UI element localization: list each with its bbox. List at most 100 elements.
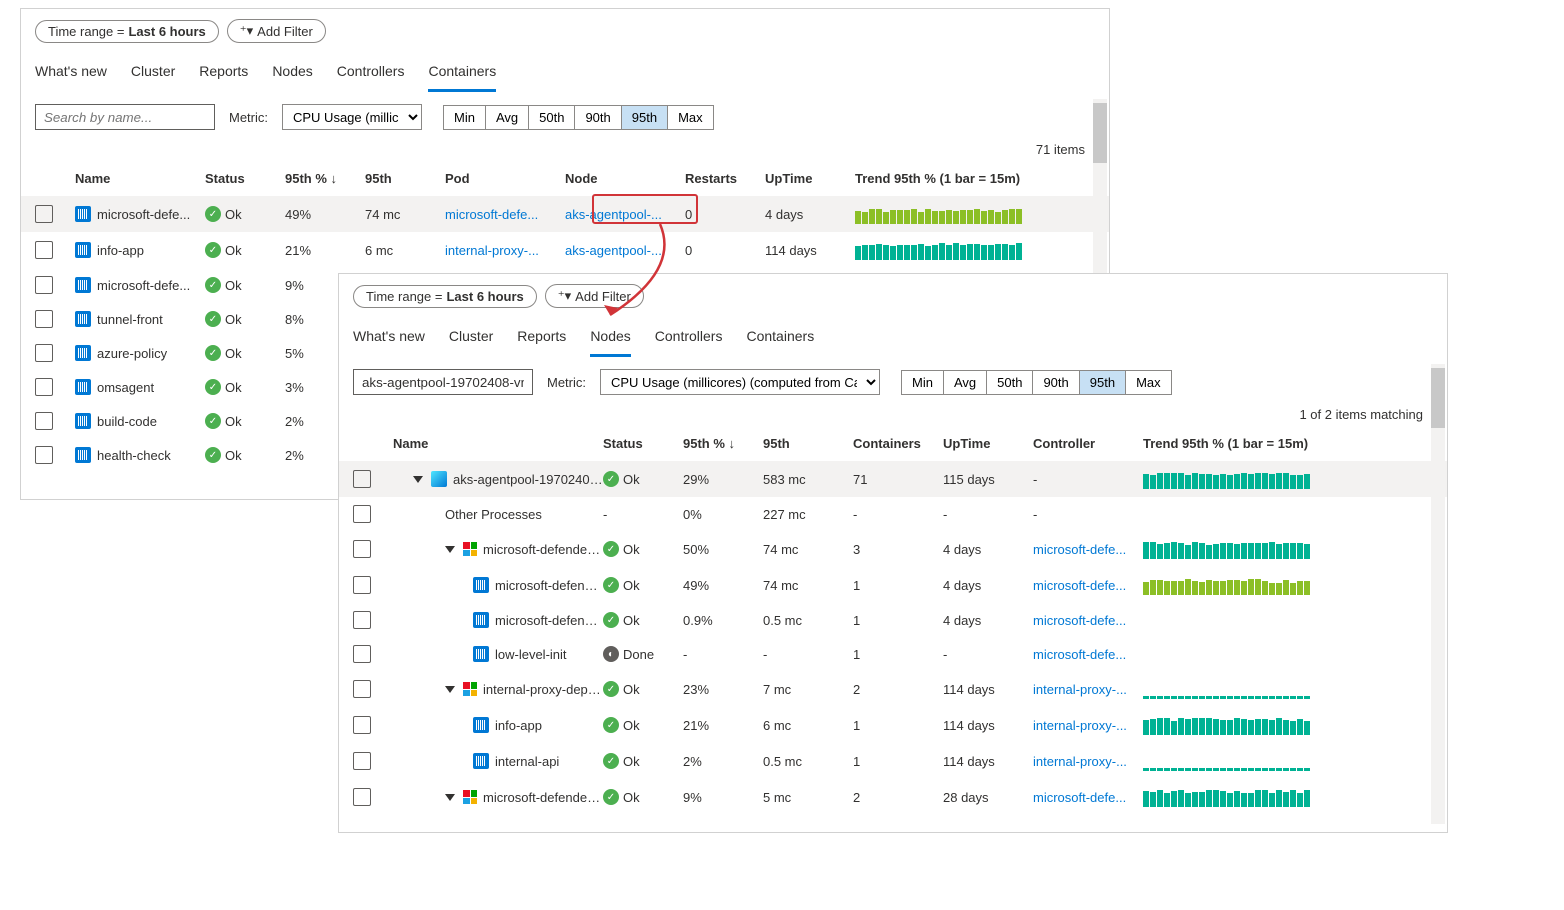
col-uptime[interactable]: UpTime (943, 436, 1033, 451)
table-row[interactable]: Other Processes-0%227 mc--- (339, 497, 1447, 531)
row-checkbox[interactable] (353, 680, 371, 698)
col-pct[interactable]: 95th % (285, 171, 365, 186)
controller-link[interactable]: microsoft-defe... (1033, 790, 1126, 805)
table-row[interactable]: microsoft-defe...✓Ok49%74 mcmicrosoft-de… (21, 196, 1109, 232)
add-filter-button[interactable]: ⁺▾ Add Filter (545, 284, 644, 308)
col-uptime[interactable]: UpTime (765, 171, 855, 186)
tab-nodes[interactable]: Nodes (272, 57, 312, 92)
row-checkbox[interactable] (353, 752, 371, 770)
metric-select[interactable]: CPU Usage (millicores) (computed from Ca… (600, 369, 880, 395)
table-row[interactable]: info-app✓Ok21%6 mcinternal-proxy-...aks-… (21, 232, 1109, 268)
col-status[interactable]: Status (205, 171, 285, 186)
tab-controllers[interactable]: Controllers (337, 57, 405, 92)
row-checkbox[interactable] (353, 716, 371, 734)
agg-90th[interactable]: 90th (1032, 370, 1079, 395)
row-checkbox[interactable] (353, 576, 371, 594)
agg-avg[interactable]: Avg (485, 105, 529, 130)
controller-link[interactable]: microsoft-defe... (1033, 647, 1126, 662)
controller-link[interactable]: microsoft-defe... (1033, 542, 1126, 557)
col-containers[interactable]: Containers (853, 436, 943, 451)
expand-toggle[interactable] (445, 546, 455, 553)
agg-buttons-front: MinAvg50th90th95thMax (902, 370, 1172, 395)
col-node[interactable]: Node (565, 171, 685, 186)
node-link[interactable]: aks-agentpool-... (565, 207, 685, 222)
tab-nodes[interactable]: Nodes (590, 322, 630, 357)
row-checkbox[interactable] (353, 540, 371, 558)
table-row[interactable]: aks-agentpool-19702408-v...✓Ok29%583 mc7… (339, 461, 1447, 497)
table-row[interactable]: low-level-init◐Done--1-microsoft-defe... (339, 637, 1447, 671)
agg-95th[interactable]: 95th (1079, 370, 1126, 395)
row-checkbox[interactable] (353, 645, 371, 663)
col-controller[interactable]: Controller (1033, 436, 1143, 451)
tab-cluster[interactable]: Cluster (131, 57, 175, 92)
agg-95th[interactable]: 95th (621, 105, 668, 130)
col-name[interactable]: Name (393, 436, 603, 451)
metric-select[interactable]: CPU Usage (millicores) (282, 104, 422, 130)
col-restarts[interactable]: Restarts (685, 171, 765, 186)
tab-reports[interactable]: Reports (199, 57, 248, 92)
status-cell: ✓Ok (205, 413, 285, 429)
col-trend[interactable]: Trend 95th % (1 bar = 15m) (855, 171, 1075, 186)
agg-90th[interactable]: 90th (574, 105, 621, 130)
agg-max[interactable]: Max (667, 105, 714, 130)
controller-link[interactable]: microsoft-defe... (1033, 613, 1126, 628)
search-input[interactable] (35, 104, 215, 130)
col-val[interactable]: 95th (365, 171, 445, 186)
col-val[interactable]: 95th (763, 436, 853, 451)
col-pct[interactable]: 95th % (683, 436, 763, 451)
pod-link[interactable]: microsoft-defe... (445, 207, 565, 222)
controller-link[interactable]: internal-proxy-... (1033, 754, 1127, 769)
status-ok: ✓Ok (603, 541, 683, 557)
agg-50th[interactable]: 50th (986, 370, 1033, 395)
scrollbar[interactable] (1431, 364, 1445, 824)
tab-containers[interactable]: Containers (428, 57, 496, 92)
row-checkbox[interactable] (353, 505, 371, 523)
agg-max[interactable]: Max (1125, 370, 1172, 395)
row-checkbox[interactable] (35, 446, 53, 464)
row-checkbox[interactable] (35, 205, 53, 223)
table-row[interactable]: microsoft-defender-l...✓Ok49%74 mc14 day… (339, 567, 1447, 603)
time-range-pill[interactable]: Time range = Last 6 hours (35, 20, 219, 43)
pod-link[interactable]: internal-proxy-... (445, 243, 565, 258)
tab-controllers[interactable]: Controllers (655, 322, 723, 357)
col-pod[interactable]: Pod (445, 171, 565, 186)
col-name[interactable]: Name (75, 171, 205, 186)
tab-what-s-new[interactable]: What's new (353, 322, 425, 357)
expand-toggle[interactable] (445, 794, 455, 801)
tab-cluster[interactable]: Cluster (449, 322, 493, 357)
table-row[interactable]: internal-api✓Ok2%0.5 mc1114 daysinternal… (339, 743, 1447, 779)
agg-50th[interactable]: 50th (528, 105, 575, 130)
agg-avg[interactable]: Avg (943, 370, 987, 395)
col-status[interactable]: Status (603, 436, 683, 451)
time-range-pill[interactable]: Time range = Last 6 hours (353, 285, 537, 308)
expand-toggle[interactable] (445, 686, 455, 693)
row-checkbox[interactable] (35, 241, 53, 259)
row-checkbox[interactable] (35, 310, 53, 328)
tab-what-s-new[interactable]: What's new (35, 57, 107, 92)
tab-reports[interactable]: Reports (517, 322, 566, 357)
row-checkbox[interactable] (353, 470, 371, 488)
row-checkbox[interactable] (35, 378, 53, 396)
status-cell: ✓Ok (205, 277, 285, 293)
table-row[interactable]: internal-proxy-deploy...✓Ok23%7 mc2114 d… (339, 671, 1447, 707)
row-checkbox[interactable] (35, 344, 53, 362)
row-checkbox[interactable] (35, 276, 53, 294)
tab-containers[interactable]: Containers (746, 322, 814, 357)
table-row[interactable]: info-app✓Ok21%6 mc1114 daysinternal-prox… (339, 707, 1447, 743)
add-filter-button[interactable]: ⁺▾ Add Filter (227, 19, 326, 43)
table-row[interactable]: microsoft-defender-...✓Ok0.9%0.5 mc14 da… (339, 603, 1447, 637)
col-trend[interactable]: Trend 95th % (1 bar = 15m) (1143, 436, 1343, 451)
node-link[interactable]: aks-agentpool-... (565, 243, 685, 258)
controller-link[interactable]: microsoft-defe... (1033, 578, 1126, 593)
row-checkbox[interactable] (353, 611, 371, 629)
expand-toggle[interactable] (413, 476, 423, 483)
row-checkbox[interactable] (35, 412, 53, 430)
row-checkbox[interactable] (353, 788, 371, 806)
table-row[interactable]: microsoft-defender-co...✓Ok50%74 mc34 da… (339, 531, 1447, 567)
controller-link[interactable]: internal-proxy-... (1033, 682, 1127, 697)
search-input[interactable] (353, 369, 533, 395)
agg-min[interactable]: Min (901, 370, 944, 395)
table-row[interactable]: microsoft-defender-pu...✓Ok9%5 mc228 day… (339, 779, 1447, 815)
agg-min[interactable]: Min (443, 105, 486, 130)
controller-link[interactable]: internal-proxy-... (1033, 718, 1127, 733)
